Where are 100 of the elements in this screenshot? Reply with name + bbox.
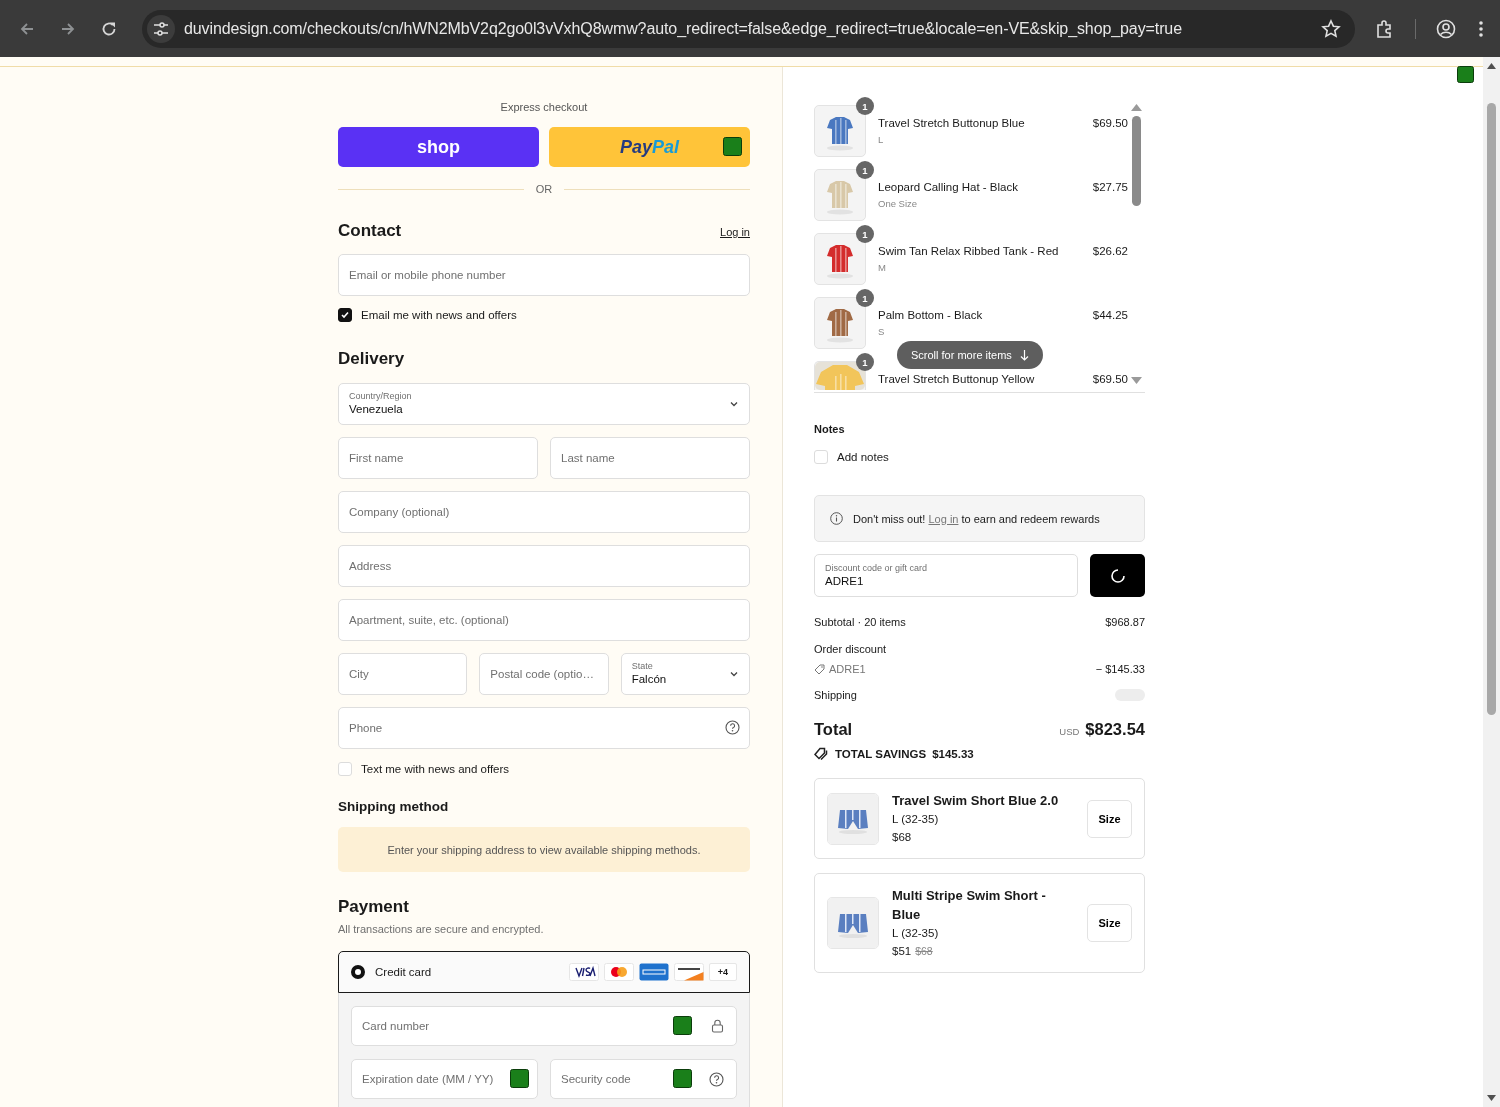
select-field[interactable]: State Falcón [620,653,750,695]
size-button[interactable]: Size [1087,904,1132,942]
quantity-badge: 1 [856,161,874,179]
checkbox-label: Email me with news and offers [361,309,517,321]
login-link[interactable]: Log in [928,512,959,525]
product-name: Travel Swim Short Blue 2.0 [892,792,1060,810]
discount-field[interactable]: Discount code or gift card ADRE1 [814,554,1078,597]
section-title: Notes [814,422,846,436]
input-field[interactable]: Company (optional) [338,491,750,533]
quantity-badge: 1 [856,353,874,371]
product-variant: S [878,325,886,338]
product-name: Leopard Calling Hat - Black [878,180,1019,194]
input-field[interactable]: First name [338,437,538,479]
product-name: Travel Stretch Buttonup Yellow [878,372,1036,386]
more-cards-badge: +4 [709,963,737,981]
input-field[interactable]: Card number [351,1006,737,1046]
address-bar[interactable]: duvindesign.com/checkouts/cn/hWN2MbV2q2go0l3vVxhQ8wmw?auto_redirect=false&edge_redirect=true&locale=en-VE&skip_shop_pay=true [142,9,1355,48]
scroll-up-icon[interactable] [1487,63,1496,69]
quantity-badge: 1 [856,225,874,243]
product-variant: One Size [878,197,919,210]
quantity-badge: 1 [856,97,874,115]
product-price: $44.25 [1092,308,1128,322]
tag-icon [814,663,825,675]
section-label: Express checkout [499,100,589,114]
rewards-message: Don't miss out! Log in to earn and redeem rewards [853,512,1100,525]
product-price: $69.50 [1092,372,1128,386]
checkbox[interactable] [338,308,352,322]
input-field[interactable]: Postal code (optio… [479,653,609,695]
product-name: Multi Stripe Swim Short - Blue [892,887,1047,924]
spinner-icon [1109,567,1126,584]
scrollbar-thumb[interactable] [1132,116,1141,206]
marker-icon [1457,66,1474,83]
menu-icon[interactable] [1478,19,1484,38]
summary-label: Shipping [814,688,857,702]
input-field[interactable]: Last name [550,437,750,479]
input-field[interactable]: Expiration date (MM / YY) [351,1059,538,1099]
login-link[interactable]: Log in [720,226,750,238]
product-variant: L (32-35) [892,812,940,827]
product-name: Travel Stretch Buttonup Blue [878,116,1026,130]
summary-value: $968.87 [1105,615,1145,629]
marker-icon [673,1069,692,1088]
card-brand-icon [569,963,599,981]
input-field[interactable]: Address [338,545,750,587]
card-brand-icon [604,963,634,981]
total-label: Total [814,720,853,739]
checkbox-label: Add notes [837,451,889,463]
shipping-notice: Enter your shipping address to view available shipping methods. [338,827,750,872]
section-title: Delivery [338,348,406,370]
shop-pay-button[interactable]: shop [338,127,539,167]
input-field[interactable]: Phone [338,707,750,749]
info-icon [830,512,843,525]
product-variant: L (32-35) [892,926,940,941]
marker-icon [723,137,742,156]
scrollbar-thumb[interactable] [1487,103,1496,715]
input-field[interactable]: Security code [550,1059,737,1099]
marker-icon [510,1069,529,1088]
product-price: $51 [892,945,912,957]
discount-code: ADRE1 [829,662,866,676]
apply-button[interactable] [1090,554,1145,597]
url-text: duvindesign.com/checkouts/cn/hWN2MbV2q2go0l3vVxhQ8wmw?auto_redirect=false&edge_redirect=true&locale=en-VE&skip_shop_pay=true [184,19,1183,38]
product-price: $27.75 [1092,180,1128,194]
currency-code: USD [1059,726,1080,737]
arrow-down-icon [1019,349,1029,361]
payment-option[interactable]: Credit card +4 [338,951,750,993]
summary-value: − $145.33 [1095,662,1145,676]
radio-button[interactable] [351,965,365,979]
section-subtitle: All transactions are secure and encrypted. [338,922,545,936]
scroll-down-icon[interactable] [1487,1095,1496,1101]
section-title: Contact [338,220,402,242]
product-price: $26.62 [1092,244,1128,258]
savings-label: TOTAL SAVINGS [835,747,927,760]
help-icon[interactable] [709,1072,724,1087]
product-price: $69.50 [1092,116,1128,130]
summary-label: Subtotal · 20 items [814,615,906,629]
compare-price: $68 [915,945,933,957]
size-button[interactable]: Size [1087,799,1132,838]
help-icon[interactable] [725,720,740,735]
select-field[interactable]: Country/Region Venezuela [338,383,750,425]
checkmark-icon [340,310,350,320]
marker-icon [673,1016,692,1035]
bookmark-star-icon[interactable] [1321,18,1341,39]
divider-label: OR [535,183,553,195]
input-field[interactable]: Email or mobile phone number [338,254,750,296]
tags-icon [814,747,829,760]
quantity-badge: 1 [856,289,874,307]
lock-icon [711,1019,724,1033]
scroll-hint-button[interactable]: Scroll for more items [897,341,1043,369]
input-field[interactable]: City [338,653,468,695]
checkbox-label: Text me with news and offers [361,763,510,775]
section-title: Shipping method [338,798,450,816]
profile-icon[interactable] [1436,18,1456,39]
site-settings-icon[interactable] [146,13,176,44]
product-variant: L [878,133,885,146]
card-brand-icon [674,963,704,981]
product-name: Palm Bottom - Black [878,308,984,322]
paypal-button[interactable]: PayPal [549,127,750,167]
input-field[interactable]: Apartment, suite, etc. (optional) [338,599,750,641]
chevron-down-icon [729,399,739,409]
card-brand-icon [639,963,669,981]
savings-value: $145.33 [932,747,974,760]
